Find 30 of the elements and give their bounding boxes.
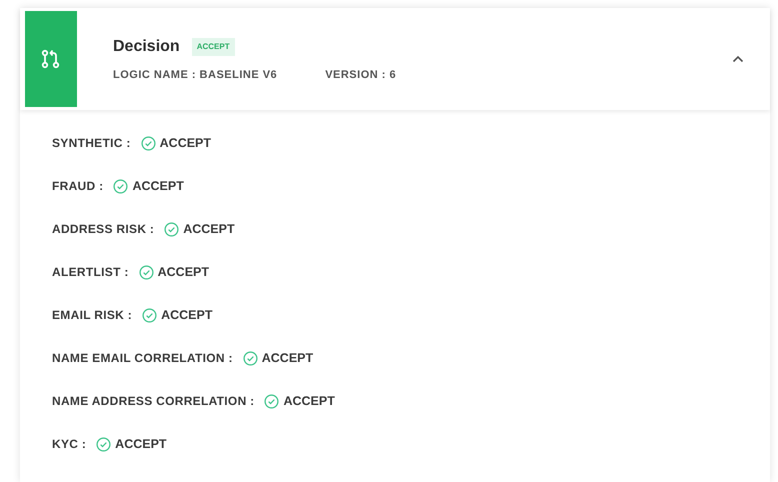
result-value: ACCEPT [161,306,212,324]
result-value: ACCEPT [115,436,167,453]
check-circle-icon [164,222,180,236]
result-value: ACCEPT [283,392,335,410]
result-value: ACCEPT [262,350,314,367]
result-label: SYNTHETIC : [52,135,131,152]
logic-name: LOGIC NAME : BASELINE V6 [113,68,278,83]
check-circle-icon [96,436,112,452]
result-label: ALERTLIST : [52,264,129,281]
result-label: EMAIL RISK : [52,307,132,324]
status-badge: ACCEPT [192,38,235,56]
check-circle-icon [113,178,128,194]
check-circle-icon [264,394,280,408]
check-circle-icon [140,136,156,150]
result-label: KYC : [52,436,86,453]
check-circle-icon [242,350,258,366]
decision-title: Decision [113,36,180,57]
result-label: NAME ADDRESS CORRELATION : [52,393,254,410]
version-label: VERSION : 6 [325,68,396,83]
check-circle-icon [138,264,154,280]
branch-icon [40,48,62,70]
result-value: ACCEPT [158,264,210,281]
result-value: ACCEPT [183,220,235,238]
result-value: ACCEPT [160,134,212,152]
check-circle-icon [142,308,158,322]
result-label: FRAUD : [52,178,104,195]
result-label: NAME EMAIL CORRELATION : [52,350,233,367]
chevron-icon [732,55,744,63]
result-value: ACCEPT [132,178,184,195]
result-label: ADDRESS RISK : [52,221,154,238]
